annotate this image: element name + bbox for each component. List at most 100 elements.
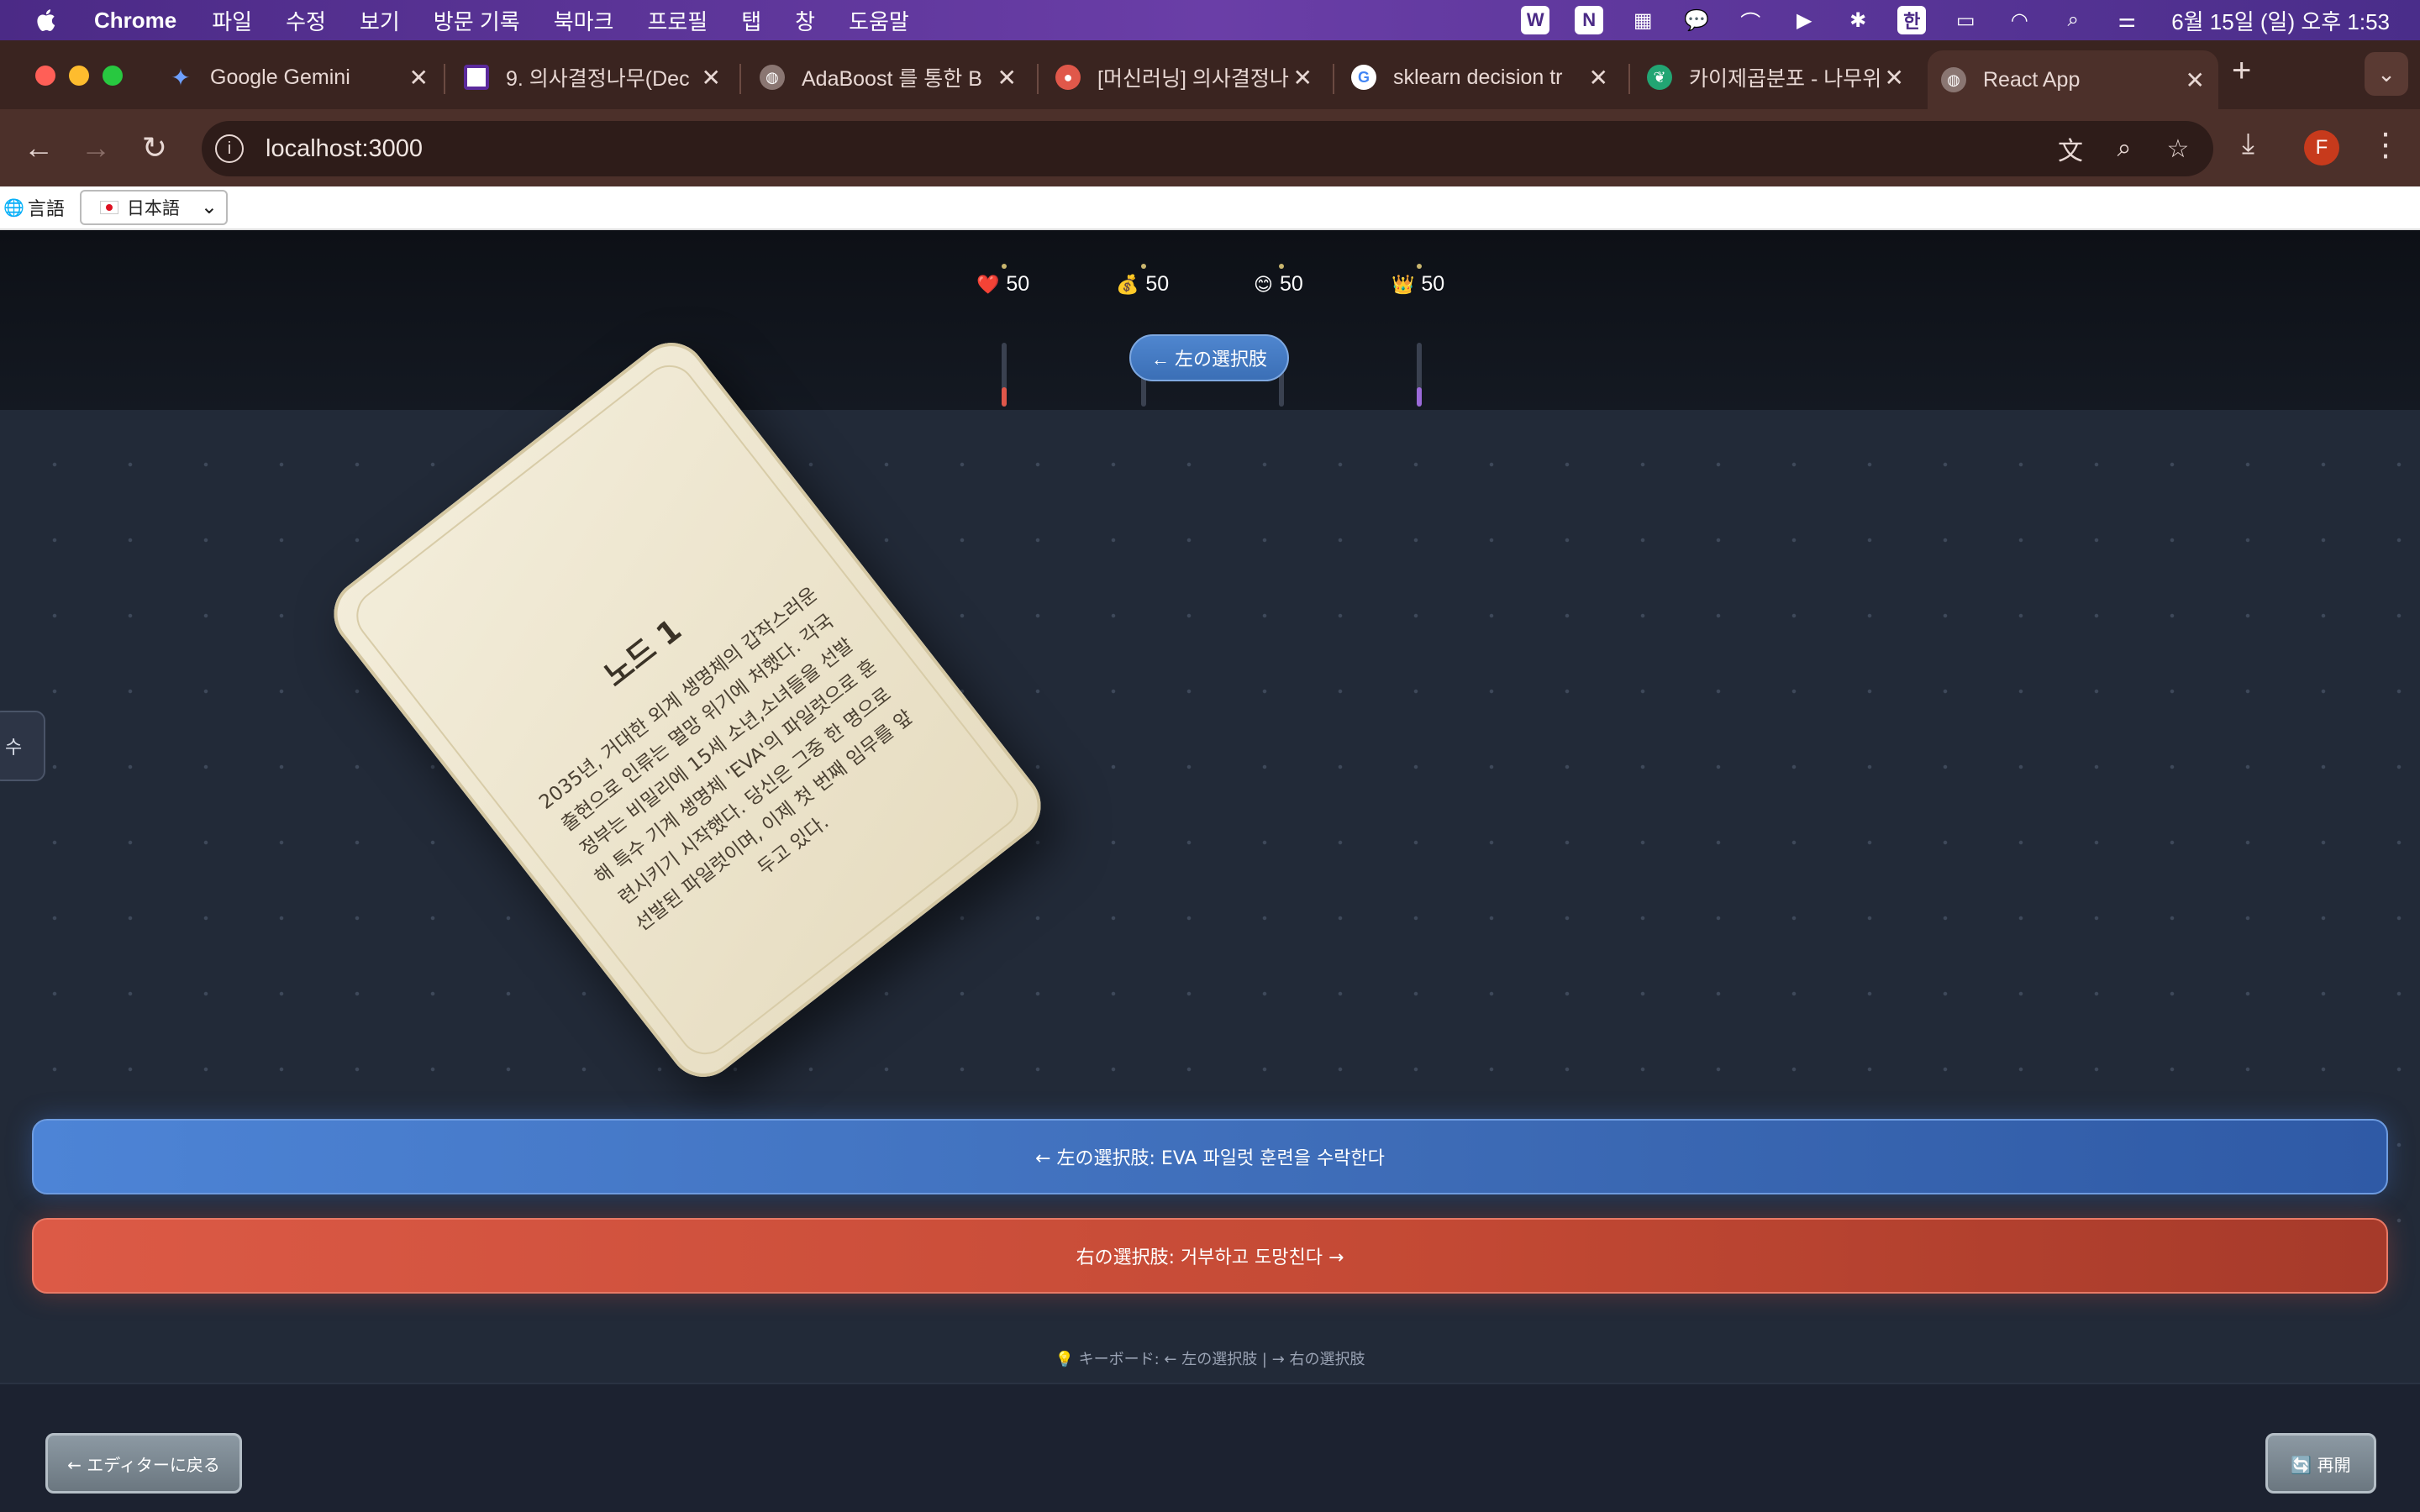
tab-decision-tree[interactable]: 9. 의사결정나무(Dec ✕: [464, 50, 721, 104]
address-url[interactable]: localhost:3000: [266, 135, 423, 163]
tab-chi-square[interactable]: ❦ 카이제곱분포 - 나무위 ✕: [1647, 50, 1904, 104]
stat-health: ❤️ 50: [976, 264, 1077, 407]
stat-bar: [1002, 343, 1007, 407]
tab-divider: [739, 64, 741, 94]
browser-toolbar: ← → ↻ i localhost:3000 文 ⌕ ☆ ⤓ F ⋮: [0, 109, 2420, 186]
menu-view[interactable]: 보기: [360, 5, 400, 36]
stat-power: 👑 50: [1392, 264, 1492, 407]
stat-indicator-dot: [1002, 264, 1007, 269]
address-bar-actions: 文 ⌕ ☆: [2052, 121, 2213, 176]
tab-close-icon[interactable]: ✕: [409, 64, 429, 92]
browser-tab-strip: ✦ Google Gemini ✕ 9. 의사결정나무(Dec ✕ ◍ AdaB…: [0, 40, 2420, 109]
tab-google-gemini[interactable]: ✦ Google Gemini ✕: [168, 50, 429, 104]
right-choice-button[interactable]: 右の選択肢: 거부하고 도망친다 →: [32, 1218, 2388, 1294]
menu-app-name[interactable]: Chrome: [94, 8, 176, 34]
stat-value: 50: [1279, 272, 1303, 296]
window-close-icon[interactable]: [35, 66, 55, 86]
stat-value: 50: [1145, 272, 1170, 296]
stat-indicator-dot: [1141, 264, 1146, 269]
language-label: 言語: [27, 198, 65, 219]
globe-icon: ◍: [760, 65, 785, 90]
stat-bar-fill: [1417, 387, 1422, 407]
google-icon: G: [1351, 65, 1376, 90]
back-to-editor-button[interactable]: ← エディターに戻る: [45, 1433, 242, 1494]
menubar-status-area: W N ▦ 💬 ⌒ ▶ ✱ 한 ▭ ◠ ⌕ ⚌ 6월 15일 (일) 오후 1:…: [1496, 0, 2390, 40]
notion-icon[interactable]: N: [1575, 6, 1604, 34]
window-maximize-icon[interactable]: [103, 66, 123, 86]
stat-value: 50: [1421, 272, 1445, 296]
menu-edit[interactable]: 수정: [286, 5, 326, 36]
forward-arrow-icon[interactable]: →: [76, 128, 116, 168]
crown-icon: 👑: [1392, 273, 1415, 295]
tab-close-icon[interactable]: ✕: [2186, 66, 2205, 94]
heart-icon: ❤️: [976, 273, 1000, 295]
stat-bar-fill: [1002, 387, 1007, 407]
smile-icon: 😊: [1254, 273, 1273, 295]
wifi-icon[interactable]: ◠: [2005, 6, 2033, 34]
translate-icon[interactable]: 文: [2052, 130, 2089, 167]
side-panel-tab[interactable]: 수: [0, 711, 45, 781]
menu-profiles[interactable]: 프로필: [647, 5, 708, 36]
menu-bookmarks[interactable]: 북마크: [554, 5, 614, 36]
menu-tab[interactable]: 탭: [741, 5, 761, 36]
tab-adaboost[interactable]: ◍ AdaBoost 를 통한 B ✕: [760, 50, 1017, 104]
menu-history[interactable]: 방문 기록: [434, 5, 520, 36]
wordapp-icon[interactable]: W: [1521, 6, 1550, 34]
menubar-clock[interactable]: 6월 15일 (일) 오후 1:53: [2171, 5, 2390, 36]
stat-bar: [1417, 343, 1422, 407]
menu-window[interactable]: 창: [795, 5, 815, 36]
tab-title: [머신러닝] 의사결정나: [1097, 67, 1289, 91]
tab-title: sklearn decision tr: [1393, 65, 1563, 89]
left-choice-button[interactable]: ← 左の選択肢: EVA 파일럿 훈련을 수락한다: [32, 1119, 2388, 1194]
more-menu-icon[interactable]: ⋮: [2370, 126, 2402, 164]
namuwiki-icon: ❦: [1647, 65, 1672, 90]
tab-close-icon[interactable]: ✕: [702, 64, 721, 92]
tab-close-icon[interactable]: ✕: [1589, 64, 1608, 92]
apple-icon[interactable]: [34, 7, 60, 34]
tab-sklearn[interactable]: G sklearn decision tr ✕: [1351, 50, 1608, 104]
tab-title: 카이제곱분포 - 나무위: [1689, 67, 1882, 91]
bottom-bar: ← エディターに戻る 🔄 再開: [0, 1383, 2420, 1512]
play-icon[interactable]: ▶: [1790, 6, 1818, 34]
swipe-direction-hint: ← 左の選択肢: [1129, 334, 1289, 381]
tab-ml-decision-tree[interactable]: ● [머신러닝] 의사결정나 ✕: [1055, 50, 1313, 104]
reload-icon[interactable]: ↻: [134, 128, 175, 168]
menu-help[interactable]: 도움말: [849, 5, 909, 36]
tab-title: Google Gemini: [210, 65, 350, 89]
spotlight-search-icon[interactable]: ⌕: [2059, 6, 2087, 34]
chat-icon[interactable]: 💬: [1682, 6, 1711, 34]
tab-divider: [444, 64, 445, 94]
airpods-icon[interactable]: ⌒: [1736, 6, 1765, 34]
control-center-icon[interactable]: ⚌: [2112, 6, 2141, 34]
macos-menu-bar: Chrome 파일 수정 보기 방문 기록 북마크 프로필 탭 창 도움말 W …: [0, 0, 2420, 40]
profile-avatar[interactable]: F: [2304, 130, 2339, 165]
battery-icon[interactable]: ▭: [1951, 6, 1980, 34]
blog-icon: ●: [1055, 65, 1081, 90]
address-bar[interactable]: i localhost:3000 文 ⌕ ☆: [202, 121, 2213, 176]
tab-react-app[interactable]: ◍ React App ✕: [1928, 50, 2218, 109]
tab-search-chevron-icon[interactable]: ⌄: [2365, 52, 2408, 96]
back-arrow-icon[interactable]: ←: [18, 128, 59, 168]
window-minimize-icon[interactable]: [69, 66, 89, 86]
language-selected-value: 日本語: [126, 199, 180, 218]
zoom-icon[interactable]: ⌕: [2106, 130, 2143, 167]
language-select[interactable]: 日本語 ⌄: [79, 190, 228, 225]
input-method-icon[interactable]: 한: [1897, 6, 1927, 34]
menu-file[interactable]: 파일: [212, 5, 252, 36]
layout-icon[interactable]: ▦: [1628, 6, 1657, 34]
chevron-down-icon: ⌄: [200, 196, 218, 218]
tab-close-icon[interactable]: ✕: [1293, 64, 1313, 92]
tab-title: AdaBoost 를 통한 B: [802, 67, 982, 91]
tab-title: 9. 의사결정나무(Dec: [506, 67, 690, 91]
tab-close-icon[interactable]: ✕: [997, 64, 1017, 92]
tab-close-icon[interactable]: ✕: [1885, 64, 1904, 92]
tab-title: React App: [1983, 67, 2081, 92]
new-tab-icon[interactable]: +: [2232, 52, 2251, 90]
tab-divider: [1628, 64, 1630, 94]
bluetooth-icon[interactable]: ✱: [1844, 6, 1872, 34]
download-icon[interactable]: ⤓: [2242, 128, 2254, 160]
bookmark-star-icon[interactable]: ☆: [2160, 130, 2196, 167]
site-info-icon[interactable]: i: [215, 134, 244, 163]
restart-button[interactable]: 🔄 再開: [2265, 1433, 2376, 1494]
money-bag-icon: 💰: [1116, 273, 1139, 295]
